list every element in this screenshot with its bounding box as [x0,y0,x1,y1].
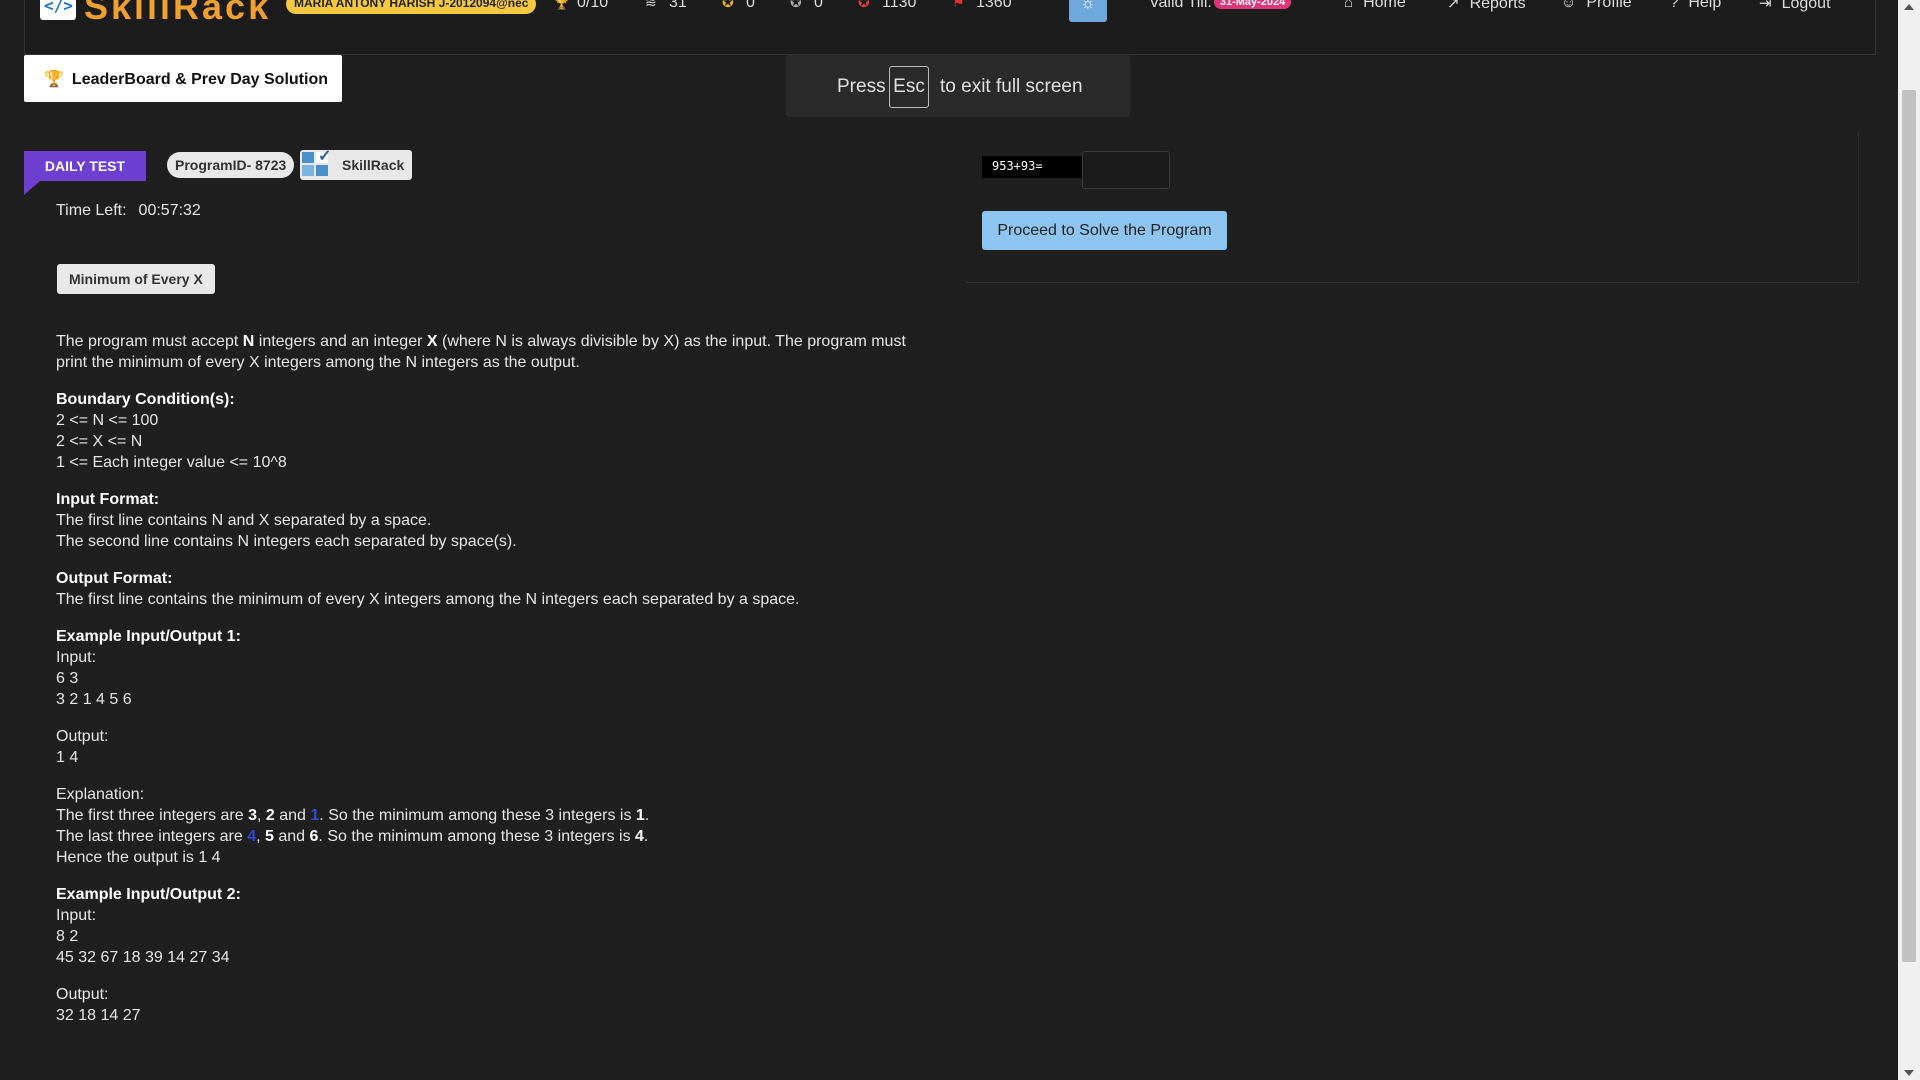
nav-home-label: Home [1363,0,1406,11]
skillrack-badge: ✓ SkillRack [300,148,412,180]
stat-value: 0/10 [577,0,609,11]
valid-till-date: 31-May-2024 [1213,0,1292,9]
valid-till: Valid Till: 31-May-2024 [1149,0,1292,12]
logout-icon: ⇥ [1759,0,1772,12]
medal-gold-icon: ✪ [722,0,734,10]
example2-input-label: Input: [56,907,97,924]
boundary-heading: Boundary Condition(s): [56,391,235,408]
captcha-input[interactable] [1082,151,1170,189]
explanation-line-3: Hence the output is 1 4 [56,849,221,866]
input-format-line: The second line contains N integers each… [56,533,517,550]
example2-output: 32 18 14 27 [56,1007,141,1024]
explanation-label: Explanation: [56,786,145,803]
scroll-down-icon[interactable] [1904,1070,1914,1076]
stat-gold: ✪ 0 [722,0,755,12]
example1-input-line: 3 2 1 4 5 6 [56,691,132,708]
boundary-line: 2 <= X <= N [56,433,143,450]
stat-bronze: ✪ 1130 [858,0,916,12]
skillrack-logo-icon: ✓ [302,148,332,178]
stat-trophies: 🏆 0/10 [553,0,608,12]
scroll-up-icon[interactable] [1904,4,1914,10]
time-left-label: Time Left: [56,202,127,219]
stat-value: 31 [669,0,687,11]
fullscreen-toast: Press Esc to exit full screen [786,55,1130,117]
captcha-question: 953+93= [982,156,1082,178]
stat-value: 1130 [882,0,917,11]
ribbon-tail [24,181,40,195]
chart-icon: ↗ [1447,0,1460,12]
proceed-to-solve-button[interactable]: Proceed to Solve the Program [982,211,1227,250]
output-format-line: The first line contains the minimum of e… [56,591,800,608]
time-left: Time Left: 00:57:32 [56,202,201,220]
nav-profile[interactable]: ☺ Profile [1561,0,1632,12]
logo-text[interactable]: SkillRack [84,0,271,28]
nav-logout[interactable]: ⇥ Logout [1759,0,1831,13]
nav-logout-label: Logout [1781,0,1831,12]
layers-icon: ≋ [645,0,657,10]
page: </> SkillRack MARIA ANTONY HARISH J-2012… [0,0,1898,1080]
sun-icon: ☼ [1080,0,1096,12]
program-id-badge: ProgramID- 8723 [167,152,295,178]
medal-bronze-icon: ✪ [858,0,870,10]
example1-input-line: 6 3 [56,670,79,687]
stat-value: 1360 [976,0,1012,11]
nav-help[interactable]: ? Help [1670,0,1721,12]
explanation-line-1: The first three integers are 3, 2 and 1.… [56,807,650,824]
time-left-value: 00:57:32 [138,202,201,219]
stat-flag: ⚑ 1360 [952,0,1012,12]
stat-value: 0 [746,0,755,11]
nav-reports-label: Reports [1469,0,1526,12]
toast-press: Press [837,76,886,97]
problem-intro: The program must accept N integers and a… [56,333,906,371]
nav-profile-label: Profile [1586,0,1632,11]
problem-title: Minimum of Every X [57,264,215,294]
example1-heading: Example Input/Output 1: [56,628,241,645]
trophy-icon: 🏆 [44,70,64,88]
daily-test-ribbon: DAILY TEST [24,151,146,181]
trophy-icon: 🏆 [553,0,571,10]
stat-layers: ≋ 31 [645,0,687,12]
nav-help-label: Help [1688,0,1722,11]
output-format-heading: Output Format: [56,570,173,587]
medal-silver-icon: ✪ [790,0,802,10]
problem-statement: The program must accept N integers and a… [56,331,926,1026]
theme-toggle-button[interactable]: ☼ [1069,0,1107,22]
skillrack-badge-label: SkillRack [342,157,405,173]
example1-input-label: Input: [56,649,97,666]
stat-silver: ✪ 0 [790,0,823,12]
toast-message: to exit full screen [940,76,1083,97]
home-icon: ⌂ [1344,0,1354,11]
flag-icon: ⚑ [952,0,965,10]
leaderboard-button[interactable]: 🏆 LeaderBoard & Prev Day Solution [24,55,342,102]
leaderboard-button-label: LeaderBoard & Prev Day Solution [71,70,328,88]
stat-value: 0 [814,0,823,11]
input-format-heading: Input Format: [56,491,160,508]
boundary-line: 2 <= N <= 100 [56,412,159,429]
user-icon: ☺ [1561,0,1577,11]
example2-input-line: 45 32 67 18 39 14 27 34 [56,949,230,966]
nav-home[interactable]: ⌂ Home [1344,0,1406,12]
explanation-line-2: The last three integers are 4, 5 and 6. … [56,828,649,845]
example2-output-label: Output: [56,986,109,1003]
valid-till-label: Valid Till: [1149,0,1212,11]
logo-mark[interactable]: </> [40,0,76,20]
help-icon: ? [1670,0,1679,11]
vertical-scrollbar[interactable] [1898,0,1920,1080]
scrollbar-thumb[interactable] [1902,90,1916,962]
example2-input-line: 8 2 [56,928,79,945]
nav-reports[interactable]: ↗ Reports [1447,0,1526,13]
logo-mark-text: </> [44,0,73,15]
user-badge: MARIA ANTONY HARISH J-2012094@nec [286,0,537,14]
example1-output-label: Output: [56,728,109,745]
input-format-line: The first line contains N and X separate… [56,512,432,529]
example2-heading: Example Input/Output 2: [56,886,241,903]
boundary-line: 1 <= Each integer value <= 10^8 [56,454,287,471]
toast-esc-key: Esc [889,66,929,108]
example1-output: 1 4 [56,749,79,766]
